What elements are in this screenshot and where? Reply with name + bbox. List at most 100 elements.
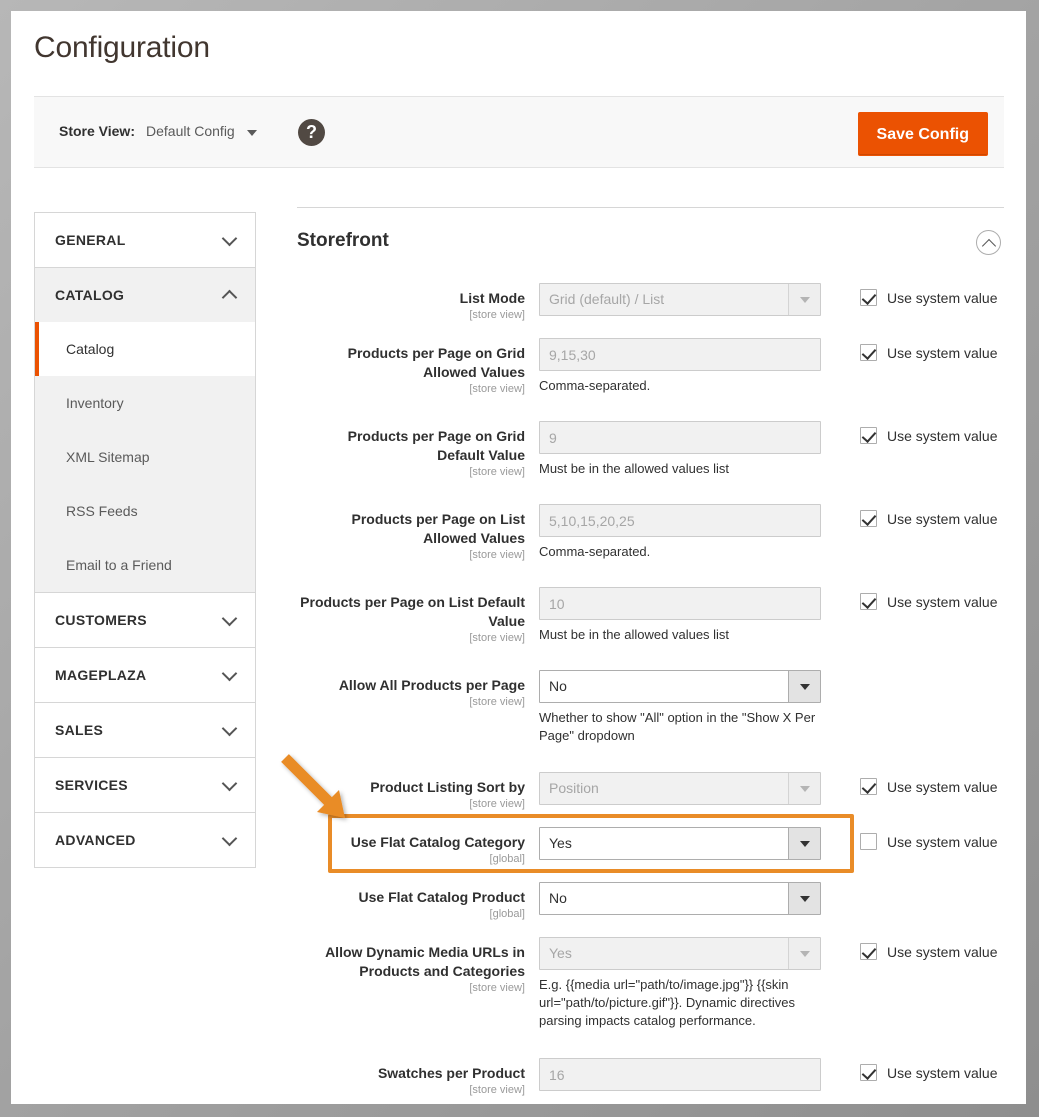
sidebar-item-xml-sitemap[interactable]: XML Sitemap <box>35 430 255 484</box>
chevron-down-icon <box>788 938 820 969</box>
field-control <box>539 504 821 537</box>
sidebar-item-label: XML Sitemap <box>66 449 150 465</box>
field-note: Comma-separated. <box>539 543 824 561</box>
select-product-listing-sort-by: Position <box>539 772 821 805</box>
sidebar-section-general[interactable]: GENERAL <box>34 212 256 267</box>
field-row-use-flat-catalog-product: Use Flat Catalog Product[global] No <box>297 877 1004 932</box>
field-label: Allow Dynamic Media URLs in Products and… <box>297 932 525 996</box>
section-header: Storefront <box>297 208 1004 278</box>
field-control <box>539 421 821 454</box>
input-products-per-page-on-list-default-value <box>539 587 821 620</box>
use-system-value-toggle[interactable]: Use system value <box>860 427 997 444</box>
use-system-value-checkbox[interactable] <box>860 427 877 444</box>
sidebar-item-email-to-a-friend[interactable]: Email to a Friend <box>35 538 255 592</box>
question-mark-icon[interactable]: ? <box>298 119 325 146</box>
field-row-allow-dynamic-media-urls-in-products-and-categories: Allow Dynamic Media URLs in Products and… <box>297 932 1004 1053</box>
field-row-products-per-page-on-grid-default-value: Products per Page on Grid Default Value[… <box>297 416 1004 499</box>
use-system-value-toggle[interactable]: Use system value <box>860 510 997 527</box>
field-row-use-flat-catalog-category: Use Flat Catalog Category[global] Yes Use … <box>297 822 1004 877</box>
use-system-value-label: Use system value <box>887 944 997 960</box>
field-row-product-listing-sort-by: Product Listing Sort by[store view] Posit… <box>297 767 1004 822</box>
use-system-value-label: Use system value <box>887 290 997 306</box>
field-control: Yes <box>539 937 821 970</box>
save-config-button[interactable]: Save Config <box>858 112 988 156</box>
config-field-list: List Mode[store view]Grid (default) / Li… <box>297 278 1004 1104</box>
config-sidebar: GENERALCATALOGCatalogInventory XML Sitema… <box>34 212 256 868</box>
use-system-value-checkbox[interactable] <box>860 344 877 361</box>
field-control: Yes <box>539 827 821 860</box>
field-scope: [store view] <box>297 797 525 812</box>
use-system-value-toggle[interactable]: Use system value <box>860 289 997 306</box>
sidebar-item-inventory[interactable]: Inventory <box>35 376 255 430</box>
sidebar-section-advanced[interactable]: ADVANCED <box>34 812 256 868</box>
field-control <box>539 587 821 620</box>
sidebar-section-label: CATALOG <box>35 268 255 322</box>
chevron-up-circle-icon[interactable] <box>976 230 1001 255</box>
use-system-value-toggle[interactable]: Use system value <box>860 833 997 850</box>
field-scope: [store view] <box>297 1083 525 1098</box>
sidebar-section-customers[interactable]: CUSTOMERS <box>34 592 256 647</box>
sidebar-item-catalog[interactable]: Catalog <box>35 322 255 376</box>
use-system-value-checkbox[interactable] <box>860 510 877 527</box>
use-system-value-checkbox[interactable] <box>860 778 877 795</box>
field-label: Use Flat Catalog Product[global] <box>297 877 525 922</box>
use-system-value-toggle[interactable]: Use system value <box>860 593 997 610</box>
field-scope: [store view] <box>297 382 525 397</box>
field-scope: [store view] <box>297 548 525 563</box>
sidebar-section-sales[interactable]: SALES <box>34 702 256 757</box>
field-label: Use Flat Catalog Category[global] <box>297 822 525 867</box>
field-row-products-per-page-on-list-allowed-values: Products per Page on List Allowed Values… <box>297 499 1004 582</box>
use-system-value-checkbox[interactable] <box>860 833 877 850</box>
field-control: Grid (default) / List <box>539 283 821 316</box>
use-system-value-toggle[interactable]: Use system value <box>860 1064 997 1081</box>
field-scope: [global] <box>297 907 525 922</box>
select-value: Yes <box>540 938 820 969</box>
field-row-allow-all-products-per-page: Allow All Products per Page[store view]N… <box>297 665 1004 767</box>
chevron-down-icon[interactable] <box>247 130 257 136</box>
chevron-down-icon <box>788 773 820 804</box>
use-system-value-label: Use system value <box>887 1065 997 1081</box>
select-allow-all-products-per-page[interactable]: No <box>539 670 821 703</box>
chevron-down-icon <box>788 671 820 702</box>
use-system-value-checkbox[interactable] <box>860 289 877 306</box>
field-control: No <box>539 882 821 915</box>
use-system-value-checkbox[interactable] <box>860 1064 877 1081</box>
sidebar-section-label: MAGEPLAZA <box>35 648 255 702</box>
field-scope: [global] <box>297 852 525 867</box>
sidebar-section-catalog[interactable]: CATALOG <box>34 267 256 322</box>
store-view-selector[interactable]: Default Config <box>146 123 235 139</box>
field-note: Must be in the allowed values list <box>539 626 824 644</box>
sidebar-item-label: Email to a Friend <box>66 557 172 573</box>
field-row-products-per-page-on-grid-allowed-values: Products per Page on Grid Allowed Values… <box>297 333 1004 416</box>
field-control <box>539 338 821 371</box>
field-scope: [store view] <box>297 308 525 323</box>
use-system-value-toggle[interactable]: Use system value <box>860 943 997 960</box>
sidebar-section-label: SALES <box>35 703 255 757</box>
select-value: Grid (default) / List <box>540 284 820 315</box>
field-note: Comma-separated. <box>539 377 824 395</box>
sidebar-section-label: GENERAL <box>35 213 255 267</box>
field-scope: [store view] <box>297 465 525 480</box>
sidebar-section-services[interactable]: SERVICES <box>34 757 256 812</box>
field-scope: [store view] <box>297 981 525 996</box>
sidebar-section-mageplaza[interactable]: MAGEPLAZA <box>34 647 256 702</box>
input-products-per-page-on-list-allowed-values <box>539 504 821 537</box>
use-system-value-toggle[interactable]: Use system value <box>860 344 997 361</box>
select-use-flat-catalog-product[interactable]: No <box>539 882 821 915</box>
select-use-flat-catalog-category[interactable]: Yes <box>539 827 821 860</box>
use-system-value-checkbox[interactable] <box>860 943 877 960</box>
select-allow-dynamic-media-urls-in-products-and-categories: Yes <box>539 937 821 970</box>
input-swatches-per-product <box>539 1058 821 1091</box>
select-value: No <box>540 671 820 702</box>
chevron-down-icon <box>788 284 820 315</box>
sidebar-section-label: ADVANCED <box>35 813 255 867</box>
use-system-value-toggle[interactable]: Use system value <box>860 778 997 795</box>
field-label: Swatches per Product[store view] <box>297 1053 525 1098</box>
use-system-value-checkbox[interactable] <box>860 593 877 610</box>
field-label: Product Listing Sort by[store view] <box>297 767 525 812</box>
sidebar-item-rss-feeds[interactable]: RSS Feeds <box>35 484 255 538</box>
use-system-value-label: Use system value <box>887 594 997 610</box>
select-value: Position <box>540 773 820 804</box>
sidebar-section-label: SERVICES <box>35 758 255 812</box>
field-label: Products per Page on Grid Allowed Values… <box>297 333 525 397</box>
